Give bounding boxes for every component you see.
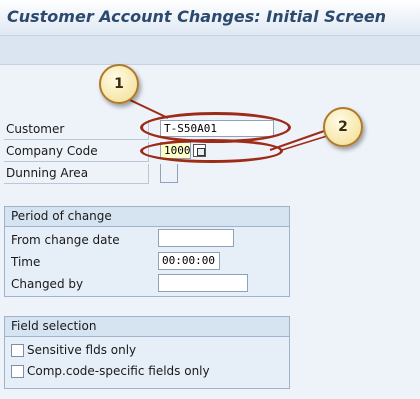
dunning-area-label: Dunning Area	[4, 164, 149, 184]
time-field[interactable]: 00:00:00	[158, 252, 220, 270]
dunning-area-field[interactable]	[160, 164, 178, 183]
period-of-change-title: Period of change	[5, 207, 289, 227]
changed-by-label: Changed by	[11, 277, 84, 291]
company-code-label: Company Code	[4, 142, 149, 162]
callout-badge-1: 1	[99, 64, 139, 104]
sensitive-fields-checkbox[interactable]	[11, 344, 24, 357]
company-specific-checkbox[interactable]	[11, 365, 24, 378]
changed-by-field[interactable]	[158, 274, 248, 292]
title-bar: Customer Account Changes: Initial Screen	[0, 0, 420, 35]
page-title: Customer Account Changes: Initial Screen	[7, 7, 387, 26]
application-toolbar	[0, 35, 420, 65]
company-specific-label: Comp.code-specific fields only	[27, 364, 210, 378]
field-selection-title: Field selection	[5, 317, 289, 337]
from-change-date-field[interactable]	[158, 229, 234, 247]
from-change-date-label: From change date	[11, 233, 120, 247]
customer-label: Customer	[4, 120, 149, 140]
callout-badge-2: 2	[323, 107, 363, 147]
time-label: Time	[11, 255, 41, 269]
callout-ring-company-code	[140, 139, 283, 163]
sensitive-fields-label: Sensitive flds only	[27, 343, 137, 357]
